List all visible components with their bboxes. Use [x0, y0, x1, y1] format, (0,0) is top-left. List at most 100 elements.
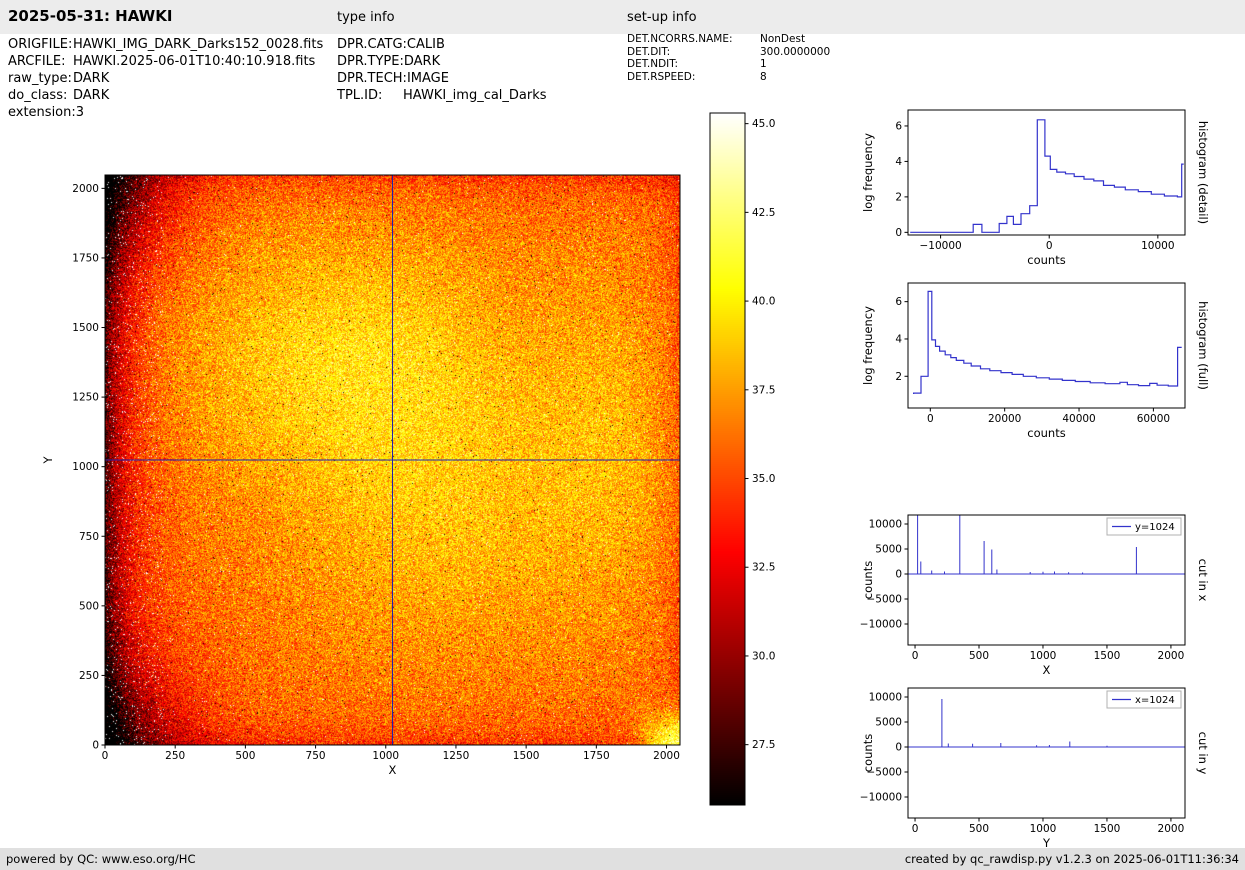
svg-text:5000: 5000: [875, 717, 902, 729]
type-info-row: DPR.CATG:CALIB: [337, 36, 547, 53]
svg-text:log frequency: log frequency: [861, 306, 875, 385]
svg-text:1750: 1750: [583, 750, 610, 762]
svg-text:1500: 1500: [72, 322, 99, 334]
svg-text:1000: 1000: [1030, 823, 1057, 835]
svg-text:2000: 2000: [1158, 823, 1185, 835]
type-info-row: DPR.TECH:IMAGE: [337, 70, 547, 87]
svg-text:750: 750: [306, 750, 326, 762]
svg-text:45.0: 45.0: [752, 118, 775, 130]
dpr-tech-value: IMAGE: [407, 70, 449, 87]
svg-text:750: 750: [79, 531, 99, 543]
svg-text:30.0: 30.0: [752, 650, 775, 662]
type-info-block: DPR.CATG:CALIB DPR.TYPE:DARK DPR.TECH:IM…: [337, 36, 547, 104]
setup-info-row: DET.RSPEED:8: [627, 71, 830, 84]
image-plot: 0250500750100012501500175020000250500750…: [40, 160, 700, 805]
svg-text:500: 500: [235, 750, 255, 762]
svg-text:−10000: −10000: [919, 240, 961, 252]
svg-text:2: 2: [895, 191, 902, 203]
svg-text:log frequency: log frequency: [861, 133, 875, 212]
svg-text:Y: Y: [41, 456, 55, 465]
setup-info-row: DET.NDIT:1: [627, 58, 830, 71]
file-info-row: extension:3: [8, 104, 323, 121]
svg-text:0: 0: [912, 823, 919, 835]
type-info-row: DPR.TYPE:DARK: [337, 53, 547, 70]
file-info-block: ORIGFILE:HAWKI_IMG_DARK_Darks152_0028.fi…: [8, 36, 323, 121]
svg-text:500: 500: [969, 650, 989, 662]
extension-value: 3: [76, 104, 84, 121]
file-info-row: ORIGFILE:HAWKI_IMG_DARK_Darks152_0028.fi…: [8, 36, 323, 53]
svg-text:histogram (detail): histogram (detail): [1196, 121, 1210, 224]
dpr-tech-label: DPR.TECH:: [337, 70, 407, 87]
setup-info-block: DET.NCORRS.NAME:NonDest DET.DIT:300.0000…: [627, 33, 830, 83]
origfile-label: ORIGFILE:: [8, 36, 73, 53]
type-info-row: TPL.ID:HAWKI_img_cal_Darks: [337, 87, 547, 104]
svg-text:250: 250: [79, 670, 99, 682]
svg-text:−10000: −10000: [860, 792, 902, 804]
svg-text:4: 4: [895, 156, 902, 168]
extension-label: extension:: [8, 104, 76, 121]
dpr-type-label: DPR.TYPE:: [337, 53, 404, 70]
raw-type-value: DARK: [73, 70, 109, 87]
header-bar: 2025-05-31: HAWKI type info set-up info: [0, 0, 1245, 34]
det-rspeed-value: 8: [760, 71, 767, 84]
det-rspeed-label: DET.RSPEED:: [627, 71, 760, 84]
dpr-catg-label: DPR.CATG:: [337, 36, 407, 53]
det-ncorrs-value: NonDest: [760, 33, 805, 46]
svg-text:1000: 1000: [72, 461, 99, 473]
origfile-value: HAWKI_IMG_DARK_Darks152_0028.fits: [73, 36, 323, 53]
svg-text:1000: 1000: [1030, 650, 1057, 662]
dpr-type-value: DARK: [404, 53, 440, 70]
footer-right-text: created by qc_rawdisp.py v1.2.3 on 2025-…: [905, 852, 1239, 866]
svg-text:y=1024: y=1024: [1135, 522, 1175, 533]
svg-text:0: 0: [895, 227, 902, 239]
svg-text:32.5: 32.5: [752, 562, 775, 574]
dpr-catg-value: CALIB: [407, 36, 445, 53]
file-info-row: raw_type:DARK: [8, 70, 323, 87]
svg-text:counts: counts: [1027, 253, 1065, 267]
setup-info-row: DET.NCORRS.NAME:NonDest: [627, 33, 830, 46]
svg-text:x=1024: x=1024: [1135, 695, 1175, 706]
footer-bar: powered by QC: www.eso.org/HC created by…: [0, 848, 1245, 870]
do-class-value: DARK: [73, 87, 109, 104]
svg-text:500: 500: [79, 600, 99, 612]
det-dit-label: DET.DIT:: [627, 46, 760, 59]
svg-text:0: 0: [912, 650, 919, 662]
svg-text:0: 0: [92, 740, 99, 752]
svg-text:1000: 1000: [372, 750, 399, 762]
dark-frame-image: 0250500750100012501500175020000250500750…: [40, 160, 700, 805]
svg-text:20000: 20000: [988, 413, 1021, 425]
setup-info-row: DET.DIT:300.0000000: [627, 46, 830, 59]
svg-text:4: 4: [895, 333, 902, 345]
qc-report-page: 2025-05-31: HAWKI type info set-up info …: [0, 0, 1245, 870]
file-info-row: ARCFILE:HAWKI.2025-06-01T10:40:10.918.fi…: [8, 53, 323, 70]
svg-text:histogram (full): histogram (full): [1196, 301, 1210, 390]
svg-text:0: 0: [927, 413, 934, 425]
svg-text:10000: 10000: [1141, 240, 1174, 252]
svg-text:0: 0: [895, 742, 902, 754]
tpl-id-label: TPL.ID:: [337, 87, 403, 104]
cut_x-plot: 0500100015002000−10000−50000500010000Xco…: [860, 503, 1212, 680]
svg-text:500: 500: [969, 823, 989, 835]
hist_full-plot: 0200004000060000246countslog frequencyhi…: [860, 271, 1212, 443]
svg-text:2: 2: [895, 371, 902, 383]
file-info-row: do_class:DARK: [8, 87, 323, 104]
cut-in-y-chart: 0500100015002000−10000−50000500010000Yco…: [860, 676, 1212, 853]
arcfile-value: HAWKI.2025-06-01T10:40:10.918.fits: [73, 53, 315, 70]
det-ncorrs-label: DET.NCORRS.NAME:: [627, 33, 760, 46]
cut-in-x-chart: 0500100015002000−10000−50000500010000Xco…: [860, 503, 1212, 680]
svg-text:2000: 2000: [1158, 650, 1185, 662]
tpl-id-value: HAWKI_img_cal_Darks: [403, 87, 547, 104]
histogram-detail-chart: −100000100000246countslog frequencyhisto…: [860, 98, 1212, 270]
page-title: 2025-05-31: HAWKI: [8, 7, 172, 25]
svg-text:37.5: 37.5: [752, 384, 775, 396]
svg-text:X: X: [1043, 663, 1051, 677]
svg-text:42.5: 42.5: [752, 207, 775, 219]
svg-text:1500: 1500: [1094, 650, 1121, 662]
svg-text:counts: counts: [1027, 426, 1065, 440]
svg-text:1250: 1250: [443, 750, 470, 762]
type-info-heading: type info: [337, 10, 395, 25]
svg-text:cut in x: cut in x: [1196, 559, 1210, 602]
svg-text:cut in y: cut in y: [1196, 732, 1210, 775]
svg-text:counts: counts: [861, 561, 875, 599]
svg-text:6: 6: [895, 120, 902, 132]
